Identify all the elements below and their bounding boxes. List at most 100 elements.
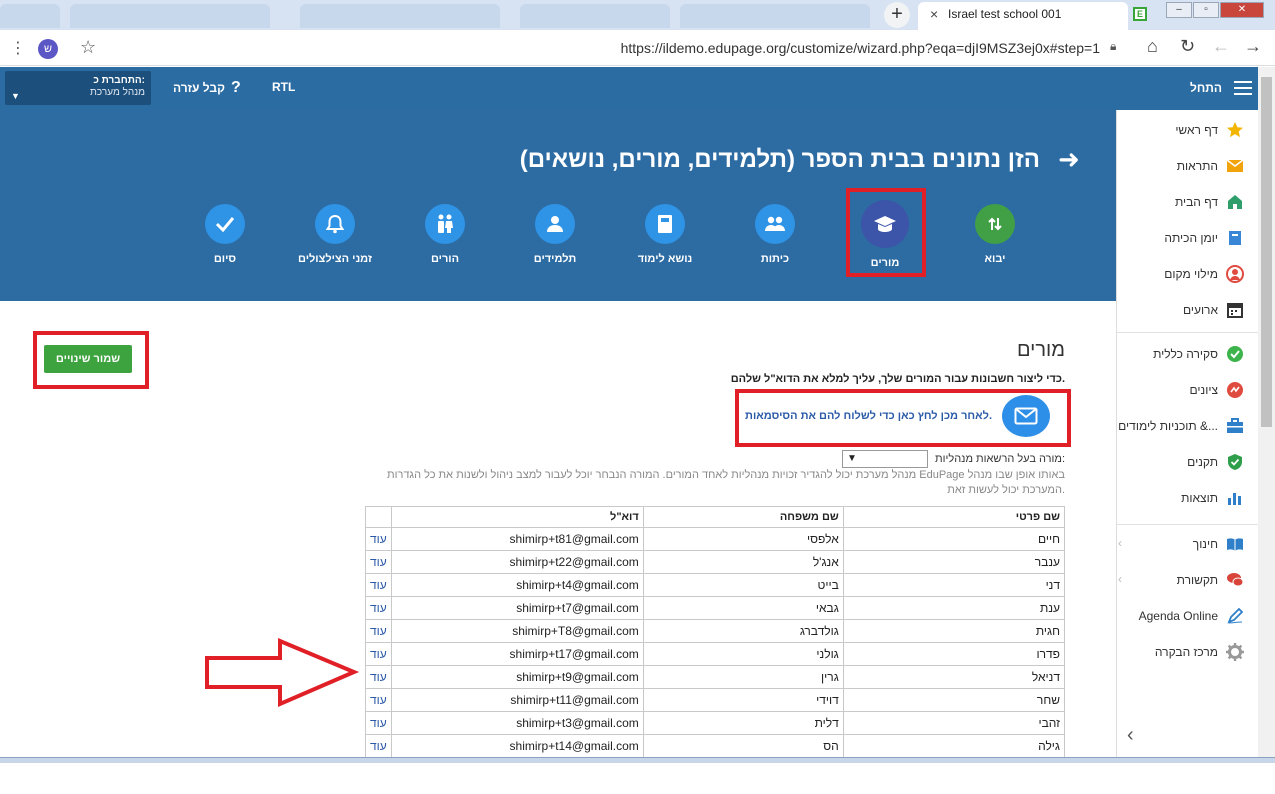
sidebar-item-notifications[interactable]: התראות xyxy=(1118,155,1248,179)
last-name-cell[interactable]: הס xyxy=(642,734,844,758)
extension-icon[interactable]: ש xyxy=(38,39,58,59)
minimize-button[interactable]: – xyxy=(1166,2,1192,18)
save-changes-button[interactable]: שמור שינויים xyxy=(44,345,132,373)
sidebar-item-class-diary[interactable]: יומן הכיתה xyxy=(1118,227,1248,251)
url-field[interactable]: https://ildemo.edupage.org/customize/wiz… xyxy=(560,40,1100,56)
account-menu[interactable]: התחברת כ: מנהל מערכת ▼ xyxy=(5,71,151,105)
page-scrollbar[interactable] xyxy=(1258,67,1275,760)
sidebar-item-homepage[interactable]: דף הבית xyxy=(1118,191,1248,215)
group-icon xyxy=(755,204,795,244)
first-name-cell[interactable]: גילה xyxy=(842,734,1066,758)
first-name-cell[interactable]: ענת xyxy=(842,596,1066,620)
active-tab[interactable]: × Israel test school 001 xyxy=(918,2,1128,30)
step-students[interactable]: תלמידים xyxy=(495,204,615,265)
more-link[interactable]: עוד xyxy=(365,550,392,574)
help-button[interactable]: קבל עזרה? xyxy=(173,79,241,97)
table-row: עוד shimirp+t22@gmail.com אנג'ל ענבר xyxy=(365,550,1066,574)
first-name-cell[interactable]: חיים xyxy=(842,527,1066,551)
sidebar-item-events[interactable]: ארועים xyxy=(1118,299,1248,323)
hamburger-menu-icon[interactable] xyxy=(1234,81,1252,95)
menu-dots-icon[interactable]: ⋮ xyxy=(10,38,26,58)
sidebar-item-main-page[interactable]: דף ראשי xyxy=(1118,119,1248,143)
first-name-cell[interactable]: חגית xyxy=(842,619,1066,643)
sidebar-item-results[interactable]: תוצאות xyxy=(1118,487,1248,511)
email-cell[interactable]: shimirp+t9@gmail.com xyxy=(390,665,644,689)
sidebar-item-communication[interactable]: ‹ תקשורת xyxy=(1118,569,1248,593)
sidebar-item-curricula[interactable]: תוכניות לימודים &... xyxy=(1118,415,1248,439)
more-link[interactable]: עוד xyxy=(365,596,392,620)
first-name-cell[interactable]: שחר xyxy=(842,688,1066,712)
sidebar-item-agenda-online[interactable]: Agenda Online xyxy=(1118,605,1248,629)
background-tab[interactable] xyxy=(0,4,60,28)
email-cell[interactable]: shimirp+t22@gmail.com xyxy=(390,550,644,574)
last-name-cell[interactable]: אנג'ל xyxy=(642,550,844,574)
bookmark-star-icon[interactable]: ☆ xyxy=(80,37,96,58)
email-cell[interactable]: shimirp+t81@gmail.com xyxy=(390,527,644,551)
scrollbar-thumb[interactable] xyxy=(1261,77,1272,427)
more-link[interactable]: עוד xyxy=(365,573,392,597)
sidebar-item-substitution[interactable]: מילוי מקום xyxy=(1118,263,1248,287)
last-name-cell[interactable]: דלית xyxy=(642,711,844,735)
email-cell[interactable]: shimirp+t11@gmail.com xyxy=(390,688,644,712)
step-classes[interactable]: כיתות xyxy=(715,204,835,265)
rtl-toggle[interactable]: RTL xyxy=(272,80,295,94)
step-finish[interactable]: סיום xyxy=(165,204,285,265)
last-name-cell[interactable]: גרין xyxy=(642,665,844,689)
step-bell-times[interactable]: זמני הצילצולים xyxy=(275,204,395,265)
reload-icon[interactable]: ↻ xyxy=(1180,36,1195,57)
email-cell[interactable]: shimirp+t3@gmail.com xyxy=(390,711,644,735)
more-link[interactable]: עוד xyxy=(365,665,392,689)
envelope-icon[interactable] xyxy=(1002,395,1050,437)
sidebar-item-control-center[interactable]: מרכז הבקרה xyxy=(1118,641,1248,665)
sidebar-item-grades[interactable]: ציונים xyxy=(1118,379,1248,403)
close-tab-icon[interactable]: × xyxy=(930,6,938,22)
more-link[interactable]: עוד xyxy=(365,734,392,758)
more-link[interactable]: עוד xyxy=(365,619,392,643)
sidebar-item-overview[interactable]: סקירה כללית xyxy=(1118,343,1248,367)
sidebar-item-label: תוכניות לימודים &... xyxy=(1118,419,1218,433)
first-name-cell[interactable]: דני xyxy=(842,573,1066,597)
start-label[interactable]: התחל xyxy=(1190,81,1222,95)
step-subjects[interactable]: נושא לימוד xyxy=(605,204,725,265)
forward-icon[interactable]: ← xyxy=(1212,36,1230,57)
first-name-cell[interactable]: זהבי xyxy=(842,711,1066,735)
sidebar-item-standards[interactable]: תקנים xyxy=(1118,451,1248,475)
last-name-cell[interactable]: דוידי xyxy=(642,688,844,712)
background-tab[interactable] xyxy=(520,4,670,28)
step-import[interactable]: יבוא xyxy=(935,204,1055,265)
step-parents[interactable]: הורים xyxy=(385,204,505,265)
more-link[interactable]: עוד xyxy=(365,642,392,666)
first-name-cell[interactable]: ענבר xyxy=(842,550,1066,574)
more-link[interactable]: עוד xyxy=(365,688,392,712)
email-cell[interactable]: shimirp+t7@gmail.com xyxy=(390,596,644,620)
background-tab[interactable] xyxy=(300,4,500,28)
last-name-cell[interactable]: גולדברג xyxy=(642,619,844,643)
send-passwords-row[interactable]: לאחר מכן לחץ כאן כדי לשלוח להם את הסיסמא… xyxy=(740,395,1050,437)
table-row: עוד shimirp+t11@gmail.com דוידי שחר xyxy=(365,688,1066,712)
first-name-cell[interactable]: דניאל xyxy=(842,665,1066,689)
background-tab[interactable] xyxy=(680,4,870,28)
first-name-cell[interactable]: פדרו xyxy=(842,642,1066,666)
send-passwords-link[interactable]: לאחר מכן לחץ כאן כדי לשלוח להם את הסיסמא… xyxy=(745,410,992,422)
email-cell[interactable]: shimirp+t17@gmail.com xyxy=(390,642,644,666)
collapse-sidebar-icon[interactable]: ‹ xyxy=(1127,724,1134,747)
email-cell[interactable]: shimirp+T8@gmail.com xyxy=(390,619,644,643)
home-icon[interactable]: ⌂ xyxy=(1147,36,1158,57)
new-tab-button[interactable]: + xyxy=(884,2,910,28)
back-icon[interactable]: → xyxy=(1244,36,1262,57)
maximize-button[interactable]: ▫ xyxy=(1193,2,1219,18)
last-name-cell[interactable]: אלפסי xyxy=(642,527,844,551)
last-name-cell[interactable]: גבאי xyxy=(642,596,844,620)
sidebar-item-education[interactable]: ‹ חינוך xyxy=(1118,533,1248,557)
last-name-cell[interactable]: בייט xyxy=(642,573,844,597)
more-link[interactable]: עוד xyxy=(365,527,392,551)
email-cell[interactable]: shimirp+t4@gmail.com xyxy=(390,573,644,597)
last-name-cell[interactable]: גולני xyxy=(642,642,844,666)
background-tab[interactable] xyxy=(70,4,270,28)
sidebar-item-label: חינוך xyxy=(1192,537,1218,551)
admin-teacher-select[interactable]: ▼ xyxy=(842,450,928,468)
lock-icon[interactable]: 🔒︎ xyxy=(1110,39,1116,54)
close-window-button[interactable]: ✕ xyxy=(1220,2,1264,18)
email-cell[interactable]: shimirp+t14@gmail.com xyxy=(390,734,644,758)
more-link[interactable]: עוד xyxy=(365,711,392,735)
